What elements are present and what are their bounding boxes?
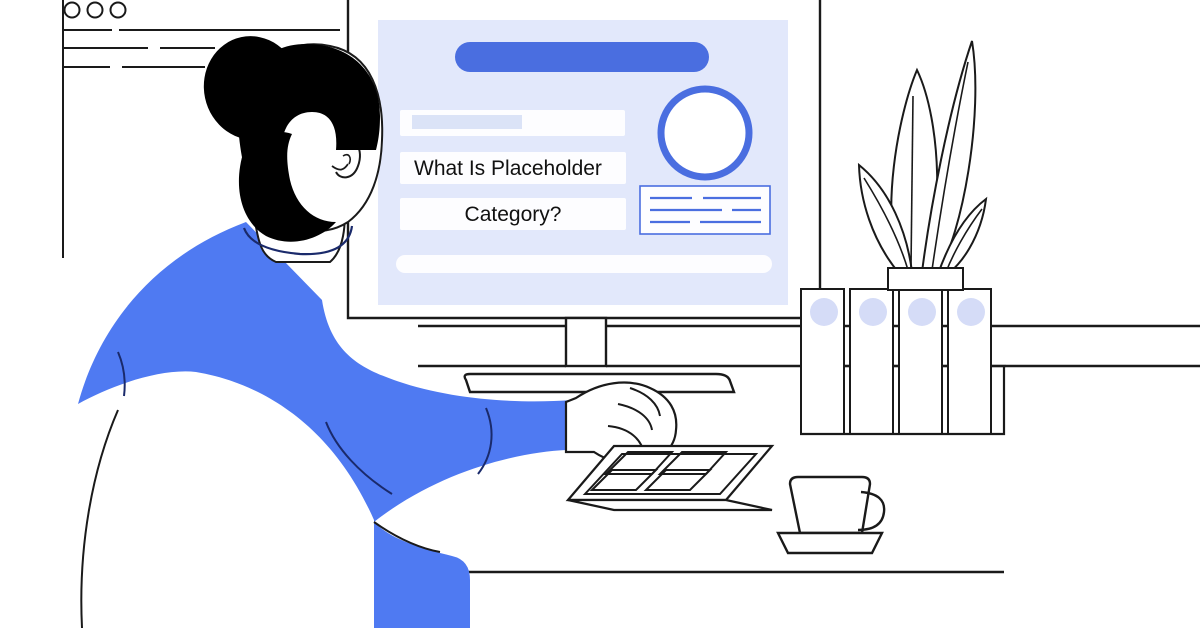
desk-surface <box>438 570 1004 628</box>
keyboard-side <box>567 498 773 512</box>
screen-header-button[interactable] <box>455 42 709 72</box>
headline-field-line-1[interactable]: What Is Placeholder <box>400 152 626 184</box>
desktop-monitor: What Is Placeholder Category? <box>346 0 1200 394</box>
headline-field-line-2[interactable]: Category? <box>400 198 626 230</box>
illustration-scene: What Is Placeholder Category? <box>0 0 1200 628</box>
cup-saucer <box>776 531 884 555</box>
chair-back <box>60 391 330 628</box>
plant-pot <box>887 267 964 291</box>
book-row <box>800 288 1006 436</box>
potted-plant <box>857 40 988 291</box>
red-dot[interactable] <box>63 1 81 19</box>
yellow-dot[interactable] <box>86 1 104 19</box>
progress-field-fill <box>412 115 522 129</box>
cup-body <box>788 475 872 535</box>
coffee-cup <box>776 475 886 555</box>
green-dot[interactable] <box>109 1 127 19</box>
monitor-stand <box>564 316 608 368</box>
progress-field[interactable] <box>400 110 625 136</box>
avatar-circle-placeholder[interactable] <box>657 85 753 181</box>
headline-text-1: What Is Placeholder <box>414 157 602 180</box>
footer-bar[interactable] <box>396 255 772 273</box>
info-box[interactable] <box>639 185 771 235</box>
headline-text-2: Category? <box>465 203 562 226</box>
